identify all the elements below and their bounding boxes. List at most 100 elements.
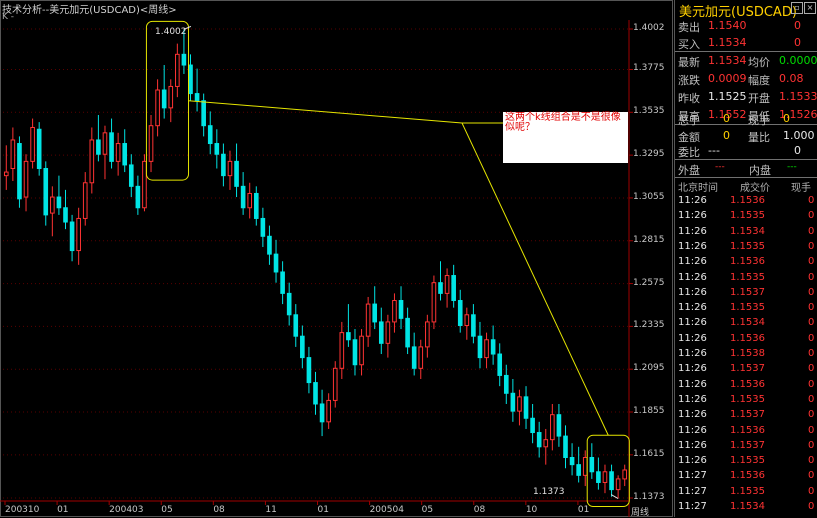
trade-row[interactable]: 11:26 1.1536 0 bbox=[675, 255, 817, 270]
candle-body bbox=[227, 160, 233, 177]
stat-label: 开盘 bbox=[748, 92, 770, 105]
volume-row: 总手 0 现手 0 bbox=[675, 110, 817, 127]
trade-size: 0 bbox=[808, 501, 815, 512]
trade-time: 11:26 bbox=[678, 210, 707, 222]
trade-row[interactable]: 11:26 1.1537 0 bbox=[675, 439, 817, 454]
x-tick-label: 200310 bbox=[5, 505, 40, 515]
trade-size: 0 bbox=[808, 363, 815, 375]
trade-size: 0 bbox=[808, 485, 815, 497]
trade-size: 0 bbox=[808, 455, 815, 467]
trade-time: 11:27 bbox=[678, 501, 707, 512]
trade-row[interactable]: 11:26 1.1537 0 bbox=[675, 408, 817, 423]
candle-body bbox=[523, 396, 529, 419]
trade-row[interactable]: 11:26 1.1534 0 bbox=[675, 316, 817, 331]
trade-row[interactable]: 11:27 1.1535 0 bbox=[675, 485, 817, 500]
trade-row[interactable]: 11:26 1.1536 0 bbox=[675, 424, 817, 439]
trade-row[interactable]: 11:26 1.1534 0 bbox=[675, 225, 817, 240]
volume-label: 总手 bbox=[678, 114, 700, 127]
trade-row[interactable]: 11:26 1.1535 0 bbox=[675, 240, 817, 255]
candle-body bbox=[102, 132, 108, 155]
trade-row[interactable]: 11:26 1.1535 0 bbox=[675, 209, 817, 224]
chart-window-title: 技术分析--美元加元(USDCAD)<周线> bbox=[2, 5, 177, 16]
outer-value: --- bbox=[715, 162, 725, 172]
ask-label: 卖出 bbox=[678, 21, 700, 34]
y-tick-label: 1.3775 bbox=[633, 63, 665, 74]
candle-body bbox=[451, 275, 456, 302]
trade-row[interactable]: 11:26 1.1536 0 bbox=[675, 378, 817, 393]
candle-body bbox=[89, 139, 95, 184]
trade-row[interactable]: 11:26 1.1537 0 bbox=[675, 286, 817, 301]
candle-body bbox=[96, 139, 101, 155]
volume-value: 0 bbox=[723, 112, 730, 125]
candle-body bbox=[339, 332, 345, 369]
x-tick-label: 05 bbox=[421, 505, 434, 515]
trade-row[interactable]: 11:26 1.1535 0 bbox=[675, 454, 817, 469]
candle-body bbox=[3, 171, 9, 177]
bid-value: 1.1534 bbox=[708, 36, 747, 49]
candle-body bbox=[155, 89, 160, 127]
stat-label: 均价 bbox=[748, 56, 770, 69]
x-tick-label: 11 bbox=[265, 505, 277, 515]
chart-panel[interactable]: 技术分析--美元加元(USDCAD)<周线> K - 这两个k线组合是不是很像似… bbox=[0, 0, 673, 518]
restore-icon[interactable]: ▫ bbox=[791, 2, 803, 14]
candle-body bbox=[30, 126, 35, 162]
stat-value: 1.1534 bbox=[708, 54, 747, 67]
candle-body bbox=[23, 160, 29, 198]
trade-row[interactable]: 11:26 1.1537 0 bbox=[675, 362, 817, 377]
y-tick-label: 1.3535 bbox=[633, 106, 665, 117]
stat-value: 1.1525 bbox=[708, 90, 747, 103]
candle-body bbox=[50, 196, 55, 214]
trade-size: 0 bbox=[808, 225, 815, 237]
candle-body bbox=[280, 271, 285, 294]
candle-body bbox=[82, 182, 88, 219]
annotation-note[interactable]: 这两个k线组合是不是很像似呢？ bbox=[503, 112, 628, 163]
trade-row[interactable]: 11:26 1.1536 0 bbox=[675, 194, 817, 209]
period-label[interactable]: 周线 bbox=[631, 505, 649, 518]
candle-body bbox=[221, 153, 226, 177]
ask-row: 卖出 1.1540 0 bbox=[675, 17, 817, 34]
candle-body bbox=[135, 185, 141, 209]
trade-price: 1.1534 bbox=[730, 317, 765, 329]
weibi-right: 0 bbox=[794, 144, 801, 157]
candle-body bbox=[615, 478, 621, 491]
candlestick-chart[interactable] bbox=[0, 0, 673, 517]
trade-row[interactable]: 11:26 1.1536 0 bbox=[675, 332, 817, 347]
candle-body bbox=[622, 469, 628, 480]
trade-size: 0 bbox=[808, 348, 815, 359]
trade-row[interactable]: 11:27 1.1534 0 bbox=[675, 500, 817, 515]
trade-row[interactable]: 11:27 1.1536 0 bbox=[675, 469, 817, 484]
x-tick-label: 01 bbox=[577, 505, 590, 515]
candle-body bbox=[596, 471, 601, 483]
candle-body bbox=[332, 367, 338, 401]
trade-time: 11:26 bbox=[678, 332, 707, 344]
y-tick-label: 1.3055 bbox=[633, 191, 665, 202]
stat-value: 0.0009 bbox=[708, 72, 747, 85]
stat-value: 1.1533 bbox=[779, 90, 817, 103]
low-marker bbox=[610, 494, 619, 499]
trade-row[interactable]: 11:26 1.1535 0 bbox=[675, 393, 817, 408]
candle-body bbox=[313, 382, 318, 405]
candle-body bbox=[214, 143, 220, 155]
candle-body bbox=[234, 160, 239, 187]
candle-body bbox=[425, 321, 430, 348]
volume-value: 0 bbox=[723, 129, 730, 142]
candle-body bbox=[438, 282, 443, 294]
trade-size: 0 bbox=[808, 271, 815, 283]
trade-row[interactable]: 11:26 1.1535 0 bbox=[675, 271, 817, 286]
trade-price: 1.1536 bbox=[730, 195, 765, 206]
trade-size: 0 bbox=[808, 317, 815, 329]
candle-body bbox=[411, 346, 417, 369]
candle-body bbox=[63, 207, 68, 223]
x-tick-label: 200504 bbox=[369, 505, 404, 515]
trade-row[interactable]: 11:26 1.1538 0 bbox=[675, 347, 817, 362]
trade-size: 0 bbox=[808, 409, 815, 421]
close-icon[interactable]: × bbox=[804, 2, 816, 14]
candle-body bbox=[181, 53, 187, 66]
candle-body bbox=[273, 253, 279, 273]
candle-body bbox=[115, 143, 121, 162]
candle-body bbox=[168, 85, 174, 109]
trade-size: 0 bbox=[808, 256, 815, 268]
trade-time: 11:26 bbox=[678, 424, 707, 436]
trade-row[interactable]: 11:26 1.1535 0 bbox=[675, 301, 817, 316]
trade-price: 1.1537 bbox=[730, 409, 765, 421]
